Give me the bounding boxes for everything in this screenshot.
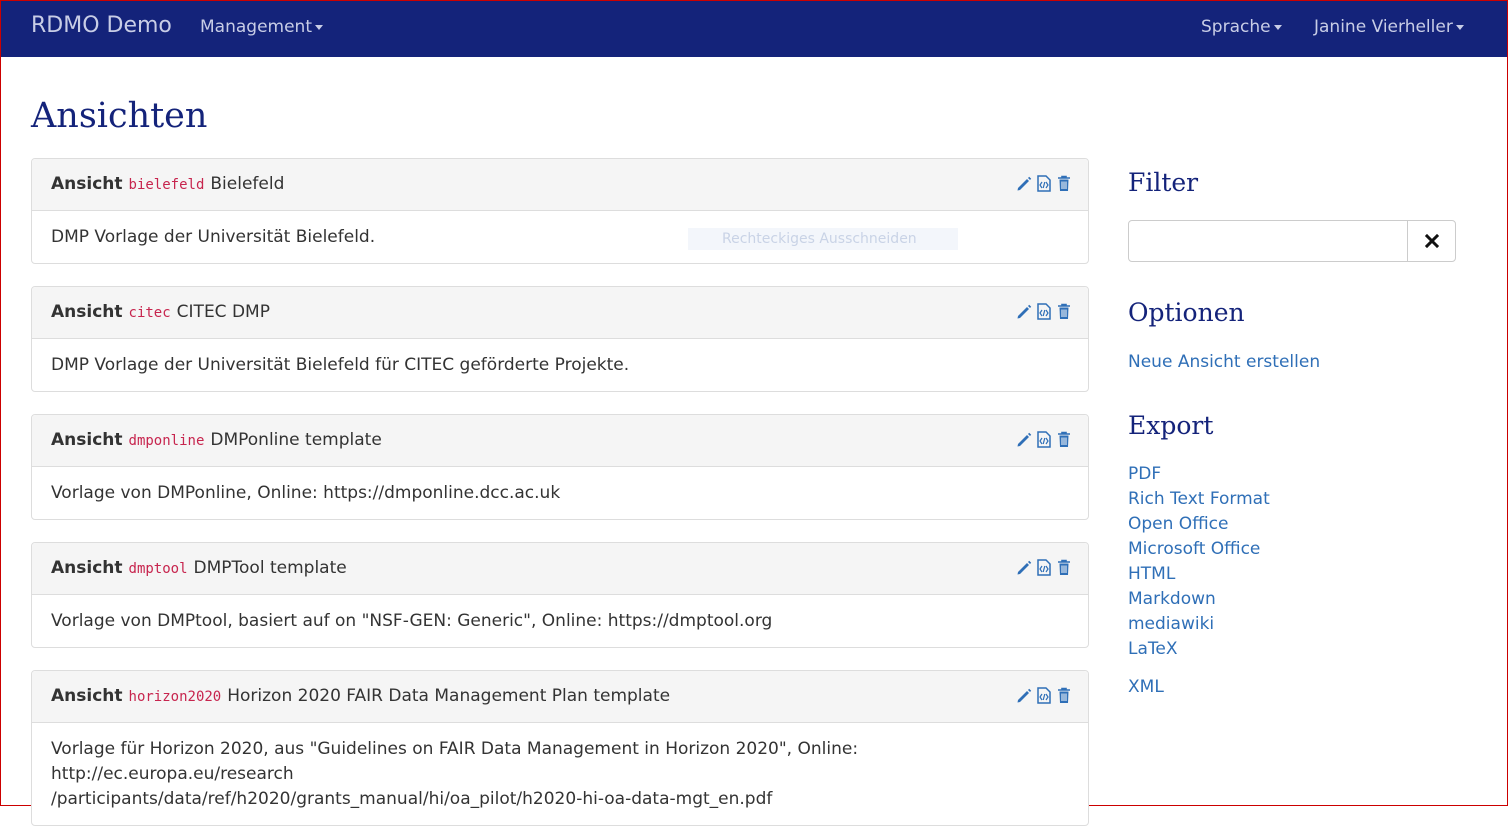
filter-input[interactable] bbox=[1128, 220, 1408, 262]
filter-group bbox=[1128, 220, 1456, 262]
navbar: RDMO Demo Management Sprache Janine Vier… bbox=[1, 0, 1507, 57]
panel-heading: Ansicht citec CITEC DMP bbox=[32, 287, 1088, 339]
view-title: CITEC DMP bbox=[176, 302, 270, 322]
pencil-icon[interactable] bbox=[1016, 175, 1032, 192]
view-description: Vorlage für Horizon 2020, aus "Guideline… bbox=[32, 723, 1088, 825]
user-menu[interactable]: Janine Vierheller bbox=[1314, 17, 1464, 37]
caret-down-icon bbox=[1273, 24, 1282, 30]
options-heading: Optionen bbox=[1128, 298, 1245, 327]
trash-icon[interactable] bbox=[1056, 431, 1072, 448]
view-panel: Ansicht horizon2020 Horizon 2020 FAIR Data… bbox=[31, 670, 1089, 826]
filter-heading: Filter bbox=[1128, 168, 1199, 197]
view-panel: Ansicht dmptool DMPTool template Vorlage v… bbox=[31, 542, 1089, 648]
panel-label: Ansicht bbox=[51, 302, 123, 322]
trash-icon[interactable] bbox=[1056, 559, 1072, 576]
view-description: Vorlage von DMPtool, basiert auf on "NSF… bbox=[51, 611, 773, 631]
view-key: citec bbox=[128, 305, 171, 321]
view-title: DMPonline template bbox=[210, 430, 382, 450]
panel-label: Ansicht bbox=[51, 686, 123, 706]
management-menu[interactable]: Management bbox=[200, 17, 323, 37]
brand-link[interactable]: RDMO Demo bbox=[31, 13, 172, 38]
trash-icon[interactable] bbox=[1056, 303, 1072, 320]
trash-icon[interactable] bbox=[1056, 687, 1072, 704]
view-description: Vorlage von DMPonline, Online: https://d… bbox=[51, 483, 561, 503]
pencil-icon[interactable] bbox=[1016, 687, 1032, 704]
pencil-icon[interactable] bbox=[1016, 303, 1032, 320]
description-line: Vorlage für Horizon 2020, aus "Guideline… bbox=[51, 739, 859, 784]
pencil-icon[interactable] bbox=[1016, 559, 1032, 576]
export-xml-link[interactable]: XML bbox=[1128, 677, 1164, 697]
code-file-icon[interactable] bbox=[1036, 303, 1052, 320]
code-file-icon[interactable] bbox=[1036, 687, 1052, 704]
export-openoffice-link[interactable]: Open Office bbox=[1128, 514, 1228, 534]
export-html-link[interactable]: HTML bbox=[1128, 564, 1175, 584]
view-description: DMP Vorlage der Universität Bielefeld fü… bbox=[51, 355, 630, 375]
panel-heading: Ansicht dmponline DMPonline template bbox=[32, 415, 1088, 467]
view-panel: Ansicht citec CITEC DMP DMP Vorlage der Un… bbox=[31, 286, 1089, 392]
pencil-icon[interactable] bbox=[1016, 431, 1032, 448]
export-pdf-link[interactable]: PDF bbox=[1128, 464, 1161, 484]
language-menu[interactable]: Sprache bbox=[1201, 17, 1282, 37]
caret-down-icon bbox=[315, 24, 323, 30]
panel-heading: Ansicht dmptool DMPTool template bbox=[32, 543, 1088, 595]
code-file-icon[interactable] bbox=[1036, 175, 1052, 192]
description-line: /participants/data/ref/h2020/grants_manu… bbox=[51, 789, 773, 809]
user-label: Janine Vierheller bbox=[1314, 17, 1453, 37]
export-msoffice-link[interactable]: Microsoft Office bbox=[1128, 539, 1260, 559]
code-file-icon[interactable] bbox=[1036, 559, 1052, 576]
panel-heading: Ansicht horizon2020 Horizon 2020 FAIR Data… bbox=[32, 671, 1088, 723]
view-title: Bielefeld bbox=[210, 174, 285, 194]
view-key: dmptool bbox=[128, 561, 188, 577]
view-title: Horizon 2020 FAIR Data Management Plan t… bbox=[227, 686, 671, 706]
page-title: Ansichten bbox=[31, 96, 208, 136]
new-view-link[interactable]: Neue Ansicht erstellen bbox=[1128, 352, 1320, 372]
export-mediawiki-link[interactable]: mediawiki bbox=[1128, 614, 1214, 634]
close-icon bbox=[1424, 234, 1439, 248]
export-latex-link[interactable]: LaTeX bbox=[1128, 639, 1178, 659]
view-key: horizon2020 bbox=[128, 689, 222, 705]
panel-label: Ansicht bbox=[51, 558, 123, 578]
management-label: Management bbox=[200, 17, 312, 37]
export-rtf-link[interactable]: Rich Text Format bbox=[1128, 489, 1270, 509]
view-key: dmponline bbox=[128, 433, 205, 449]
caret-down-icon bbox=[1455, 24, 1464, 30]
export-heading: Export bbox=[1128, 411, 1214, 440]
panel-label: Ansicht bbox=[51, 430, 123, 450]
export-markdown-link[interactable]: Markdown bbox=[1128, 589, 1216, 609]
clear-filter-button[interactable] bbox=[1407, 220, 1456, 262]
code-file-icon[interactable] bbox=[1036, 431, 1052, 448]
snip-tooltip-overlay: Rechteckiges Ausschneiden bbox=[688, 228, 958, 250]
view-title: DMPTool template bbox=[193, 558, 347, 578]
panel-heading: Ansicht bielefeld Bielefeld bbox=[32, 159, 1088, 211]
view-panel: Ansicht dmponline DMPonline template Vorla… bbox=[31, 414, 1089, 520]
panel-label: Ansicht bbox=[51, 174, 123, 194]
view-key: bielefeld bbox=[128, 177, 205, 193]
language-label: Sprache bbox=[1201, 17, 1271, 37]
trash-icon[interactable] bbox=[1056, 175, 1072, 192]
